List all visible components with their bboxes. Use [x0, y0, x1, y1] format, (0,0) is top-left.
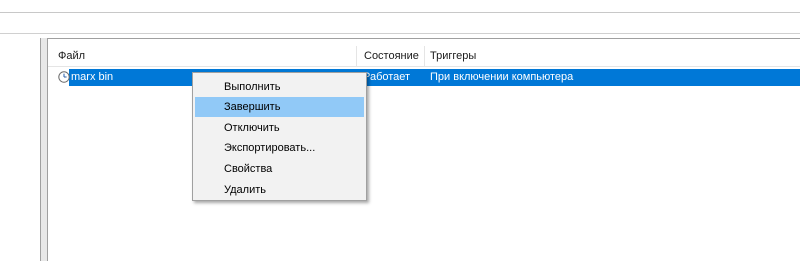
column-separator[interactable] [356, 46, 357, 66]
column-separator[interactable] [424, 46, 425, 66]
column-header-file[interactable]: Файл [54, 46, 356, 66]
menu-item-export[interactable]: Экспортировать... [195, 138, 364, 158]
pane-splitter[interactable] [41, 38, 48, 261]
clock-icon [58, 71, 70, 83]
task-name: marx bin [71, 71, 114, 83]
toolbar-divider [0, 33, 800, 34]
task-state: Работает [363, 71, 411, 83]
column-header-state[interactable]: Состояние [360, 46, 424, 66]
menu-item-disable[interactable]: Отключить [195, 118, 364, 138]
task-list[interactable]: Файл Состояние Триггеры marx bin Работае… [48, 38, 800, 262]
column-header-triggers[interactable]: Триггеры [426, 46, 626, 66]
toolbar-strip [0, 0, 800, 13]
context-menu: Выполнить Завершить Отключить Экспортиро… [192, 72, 367, 201]
task-trigger: При включении компьютера [430, 71, 574, 83]
task-list-header: Файл Состояние Триггеры [48, 46, 800, 67]
menu-item-delete[interactable]: Удалить [195, 180, 364, 200]
menu-item-run[interactable]: Выполнить [195, 77, 364, 97]
navigation-pane[interactable] [0, 38, 41, 261]
toolbar-band [0, 13, 800, 33]
table-row[interactable]: marx bin Работает При включении компьюте… [58, 69, 800, 86]
menu-item-end[interactable]: Завершить [195, 97, 364, 117]
menu-item-properties[interactable]: Свойства [195, 159, 364, 179]
